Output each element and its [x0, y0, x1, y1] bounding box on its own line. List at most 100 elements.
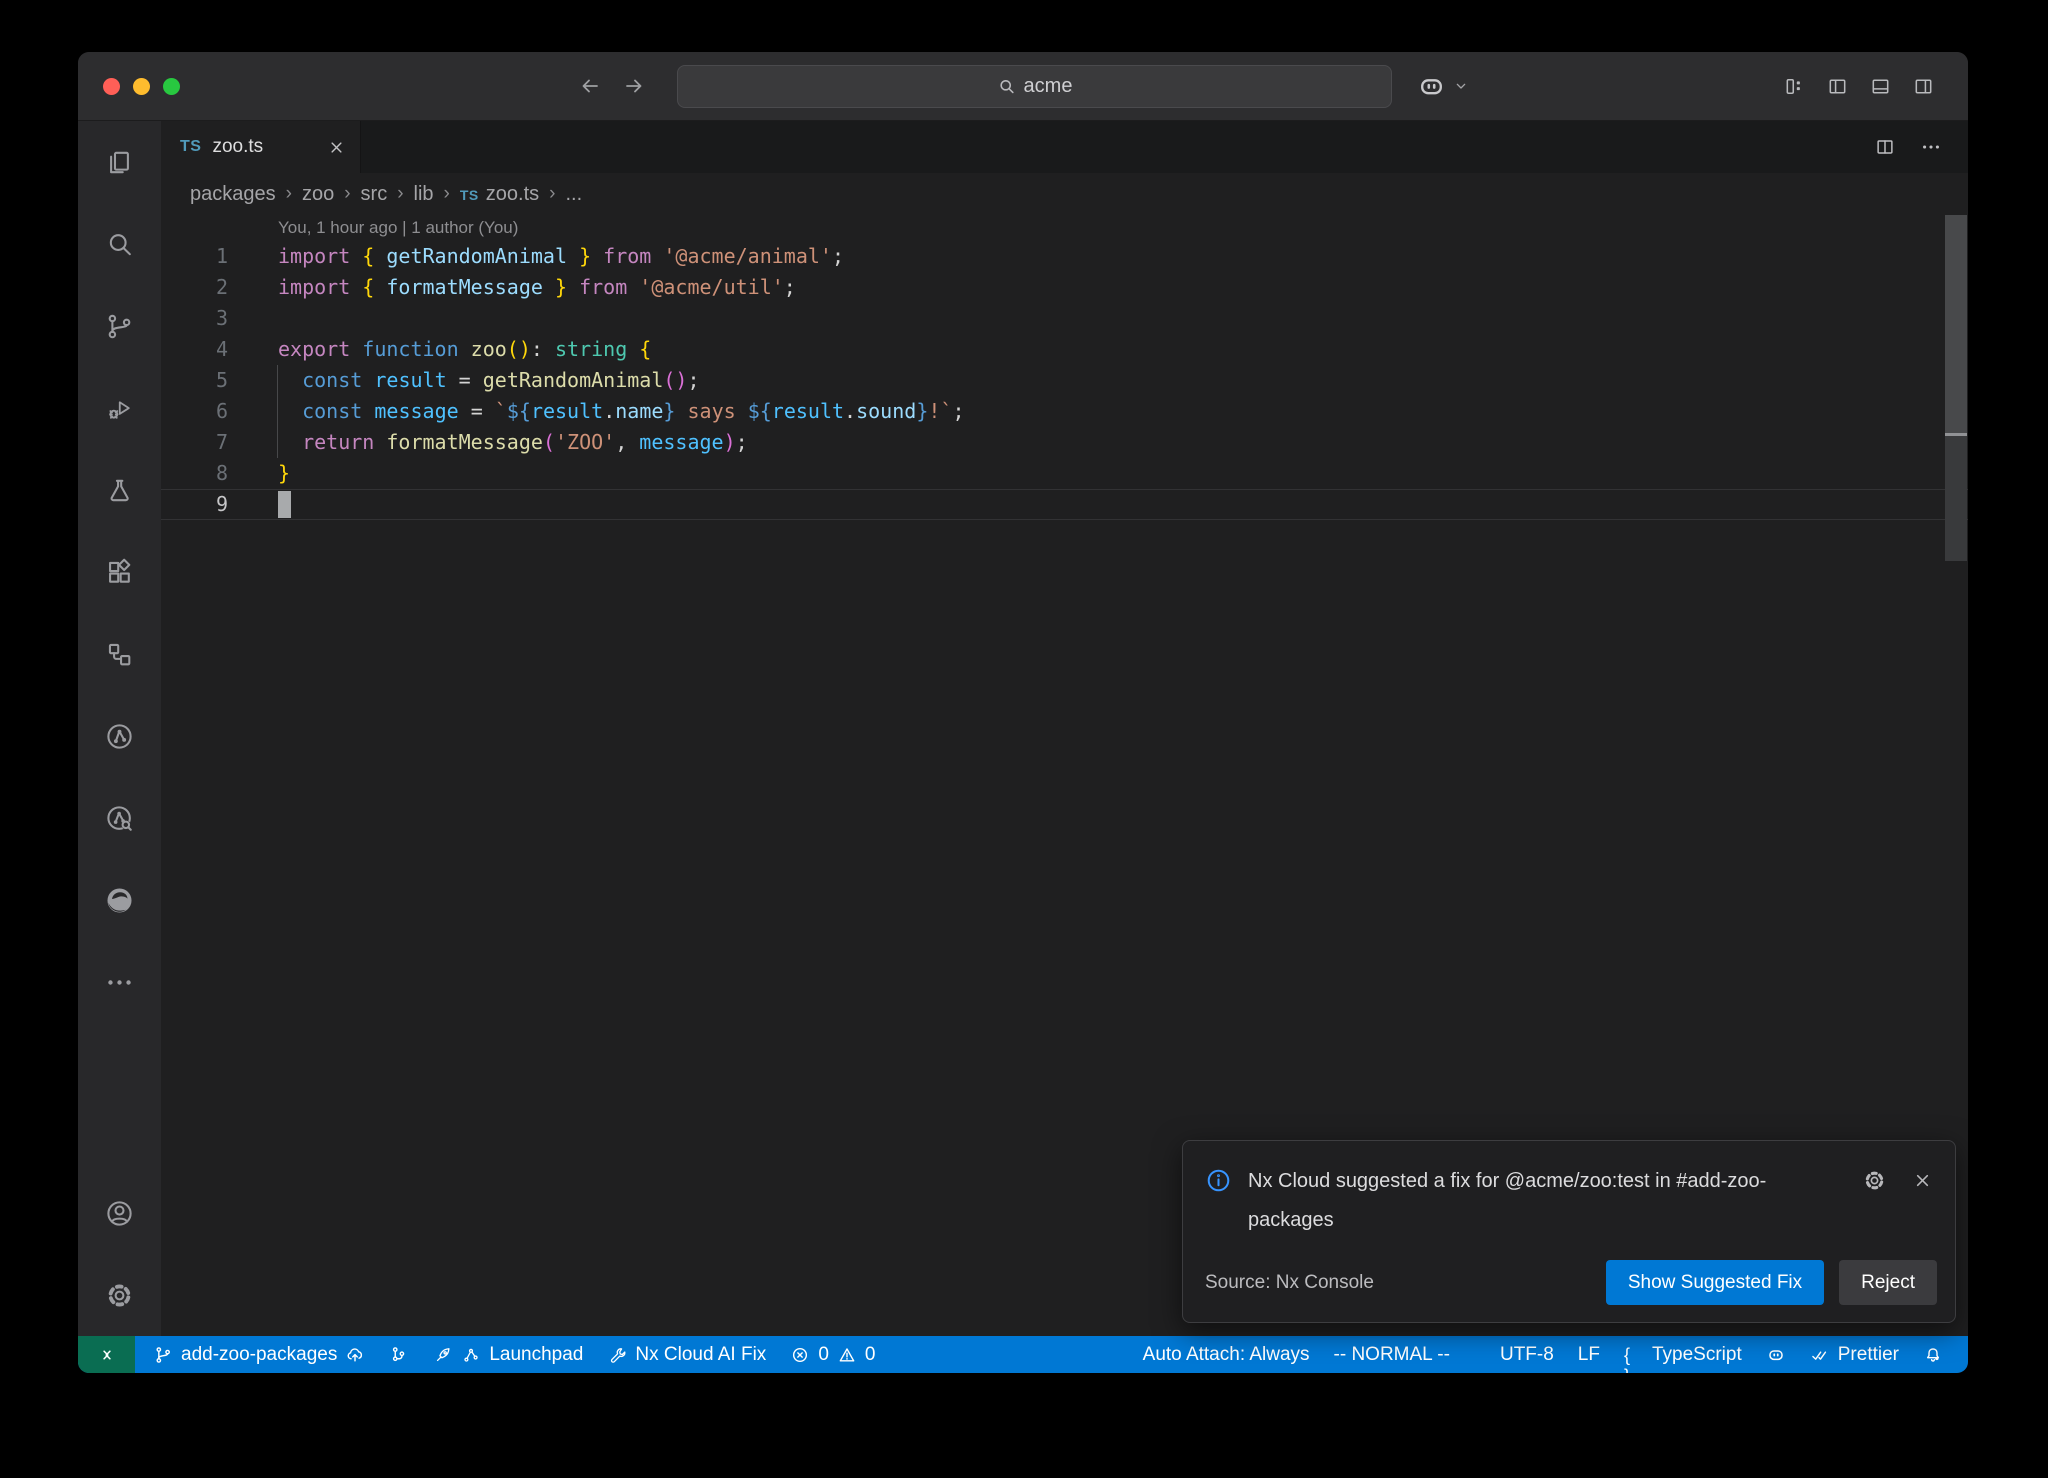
- typescript-file-icon: TS: [180, 138, 201, 156]
- code-line-7: 7 return formatMessage('ZOO', message);: [161, 427, 1968, 458]
- notification-close-icon[interactable]: [1912, 1170, 1933, 1191]
- status-label: -- NORMAL --: [1334, 1344, 1450, 1366]
- error-circle-icon: [790, 1345, 810, 1365]
- status-label: Prettier: [1838, 1344, 1899, 1366]
- layout-sidebar-left-icon[interactable]: [1826, 75, 1849, 98]
- line-number: 7: [161, 427, 228, 458]
- bell-dot-icon: [1923, 1345, 1943, 1365]
- breadcrumb-item[interactable]: packages: [190, 183, 276, 206]
- notification-toast: Nx Cloud suggested a fix for @acme/zoo:t…: [1182, 1140, 1956, 1323]
- sidebar-item-testing[interactable]: [78, 449, 161, 531]
- line-number: 8: [161, 458, 228, 489]
- breadcrumb-item[interactable]: src: [361, 183, 388, 206]
- command-center-search[interactable]: acme: [677, 65, 1392, 108]
- sidebar-item-extensions[interactable]: [78, 531, 161, 613]
- sidebar-item-settings[interactable]: [78, 1254, 161, 1336]
- status-vim-mode[interactable]: -- NORMAL --: [1322, 1336, 1462, 1373]
- sidebar-item-run-and-debug[interactable]: [78, 367, 161, 449]
- sidebar-item-nx-console[interactable]: [78, 695, 161, 777]
- notification-message: Nx Cloud suggested a fix for @acme/zoo:t…: [1248, 1162, 1834, 1240]
- status-label: Nx Cloud AI Fix: [635, 1344, 766, 1366]
- notification-source: Source: Nx Console: [1205, 1272, 1374, 1294]
- breadcrumb-item[interactable]: lib: [414, 183, 434, 206]
- status-git-branch[interactable]: add-zoo-packages: [141, 1336, 377, 1373]
- status-auto-attach[interactable]: Auto Attach: Always: [1131, 1336, 1322, 1373]
- status-language-mode[interactable]: { }TypeScript: [1612, 1336, 1754, 1373]
- layout-sidebar-right-icon[interactable]: [1912, 75, 1935, 98]
- files-icon: [104, 147, 135, 178]
- minimize-window-button[interactable]: [133, 78, 150, 95]
- code-line-9: 9: [161, 489, 1968, 520]
- status-remote-indicator[interactable]: [78, 1336, 135, 1373]
- breadcrumb: packages›zoo›src›lib›TSzoo.ts›...: [161, 173, 1968, 215]
- scrollbar-thumb-lower[interactable]: [1945, 436, 1967, 561]
- wrench-icon: [607, 1345, 627, 1365]
- zoom-window-button[interactable]: [163, 78, 180, 95]
- close-window-button[interactable]: [103, 78, 120, 95]
- sidebar-item-explorer[interactable]: [78, 121, 161, 203]
- warning-triangle-icon: [837, 1345, 857, 1365]
- editor-actions: [1874, 121, 1942, 173]
- show-suggested-fix-button[interactable]: Show Suggested Fix: [1606, 1260, 1824, 1305]
- references-icon: [104, 639, 135, 670]
- sidebar-item-source-control[interactable]: [78, 285, 161, 367]
- title-bar: acme: [78, 52, 1968, 121]
- tab-zoo-ts[interactable]: TS zoo.ts: [161, 121, 361, 173]
- status-label: Auto Attach: Always: [1143, 1344, 1310, 1366]
- status-problems[interactable]: 00: [778, 1336, 887, 1373]
- breadcrumb-item[interactable]: TSzoo.ts: [460, 183, 539, 206]
- code-line-5: 5 const result = getRandomAnimal();: [161, 365, 1968, 396]
- breadcrumb-item[interactable]: ...: [565, 183, 582, 206]
- forward-icon[interactable]: [622, 74, 646, 98]
- code-line-2: 2import { formatMessage } from '@acme/ut…: [161, 272, 1968, 303]
- ellipsis-icon: [104, 967, 135, 998]
- extensions-icon: [104, 557, 135, 588]
- sidebar-item-search[interactable]: [78, 203, 161, 285]
- customize-layout-icon[interactable]: [1783, 75, 1806, 98]
- layout-panel-icon[interactable]: [1869, 75, 1892, 98]
- scrollbar-thumb[interactable]: [1945, 215, 1967, 433]
- search-icon: [104, 229, 135, 260]
- sidebar-item-browser-preview[interactable]: [78, 859, 161, 941]
- sidebar-item-project-structure[interactable]: [78, 613, 161, 695]
- notification-settings-gear-icon[interactable]: [1862, 1168, 1887, 1193]
- split-editor-icon[interactable]: [1874, 136, 1896, 158]
- vim-block-cursor: [278, 491, 291, 518]
- close-tab-icon[interactable]: [327, 138, 346, 157]
- copilot-menu[interactable]: [1416, 52, 1469, 120]
- sidebar-item-nx-cloud[interactable]: [78, 777, 161, 859]
- breadcrumb-item[interactable]: zoo: [302, 183, 334, 206]
- status-prettier[interactable]: Prettier: [1798, 1336, 1911, 1373]
- beaker-icon: [104, 475, 135, 506]
- status-eol[interactable]: LF: [1566, 1336, 1612, 1373]
- status-notifications[interactable]: [1911, 1336, 1955, 1373]
- desktop: acme TS zoo.ts packages›zo: [0, 0, 2048, 1478]
- sidebar-item-accounts[interactable]: [78, 1172, 161, 1254]
- status-label: UTF-8: [1500, 1344, 1554, 1366]
- layout-controls: [1783, 52, 1935, 120]
- sidebar-item-more-views[interactable]: [78, 941, 161, 1023]
- code-line-1: 1import { getRandomAnimal } from '@acme/…: [161, 241, 1968, 272]
- reject-button[interactable]: Reject: [1839, 1260, 1937, 1305]
- info-icon: [1205, 1167, 1232, 1194]
- breadcrumb-separator: ›: [344, 183, 350, 205]
- status-label: add-zoo-packages: [181, 1344, 337, 1366]
- status-label: Launchpad: [489, 1344, 583, 1366]
- status-launchpad[interactable]: Launchpad: [421, 1336, 595, 1373]
- code-line-3: 3: [161, 303, 1968, 334]
- copilot-icon: [1766, 1345, 1786, 1365]
- status-git-graph[interactable]: [377, 1336, 421, 1373]
- copilot-icon: [1416, 71, 1447, 102]
- status-nx-cloud-ai-fix[interactable]: Nx Cloud AI Fix: [595, 1336, 778, 1373]
- gear-icon: [104, 1280, 135, 1311]
- braces-icon: { }: [1624, 1345, 1644, 1365]
- status-copilot[interactable]: [1754, 1336, 1798, 1373]
- back-icon[interactable]: [578, 74, 602, 98]
- more-actions-icon[interactable]: [1920, 136, 1942, 158]
- activity-bar: [78, 121, 161, 1336]
- status-encoding[interactable]: UTF-8: [1488, 1336, 1566, 1373]
- line-number: 5: [161, 365, 228, 396]
- code-line-4: 4export function zoo(): string {: [161, 334, 1968, 365]
- tab-bar: TS zoo.ts: [161, 121, 1968, 173]
- ts-badge-icon: TS: [460, 183, 479, 206]
